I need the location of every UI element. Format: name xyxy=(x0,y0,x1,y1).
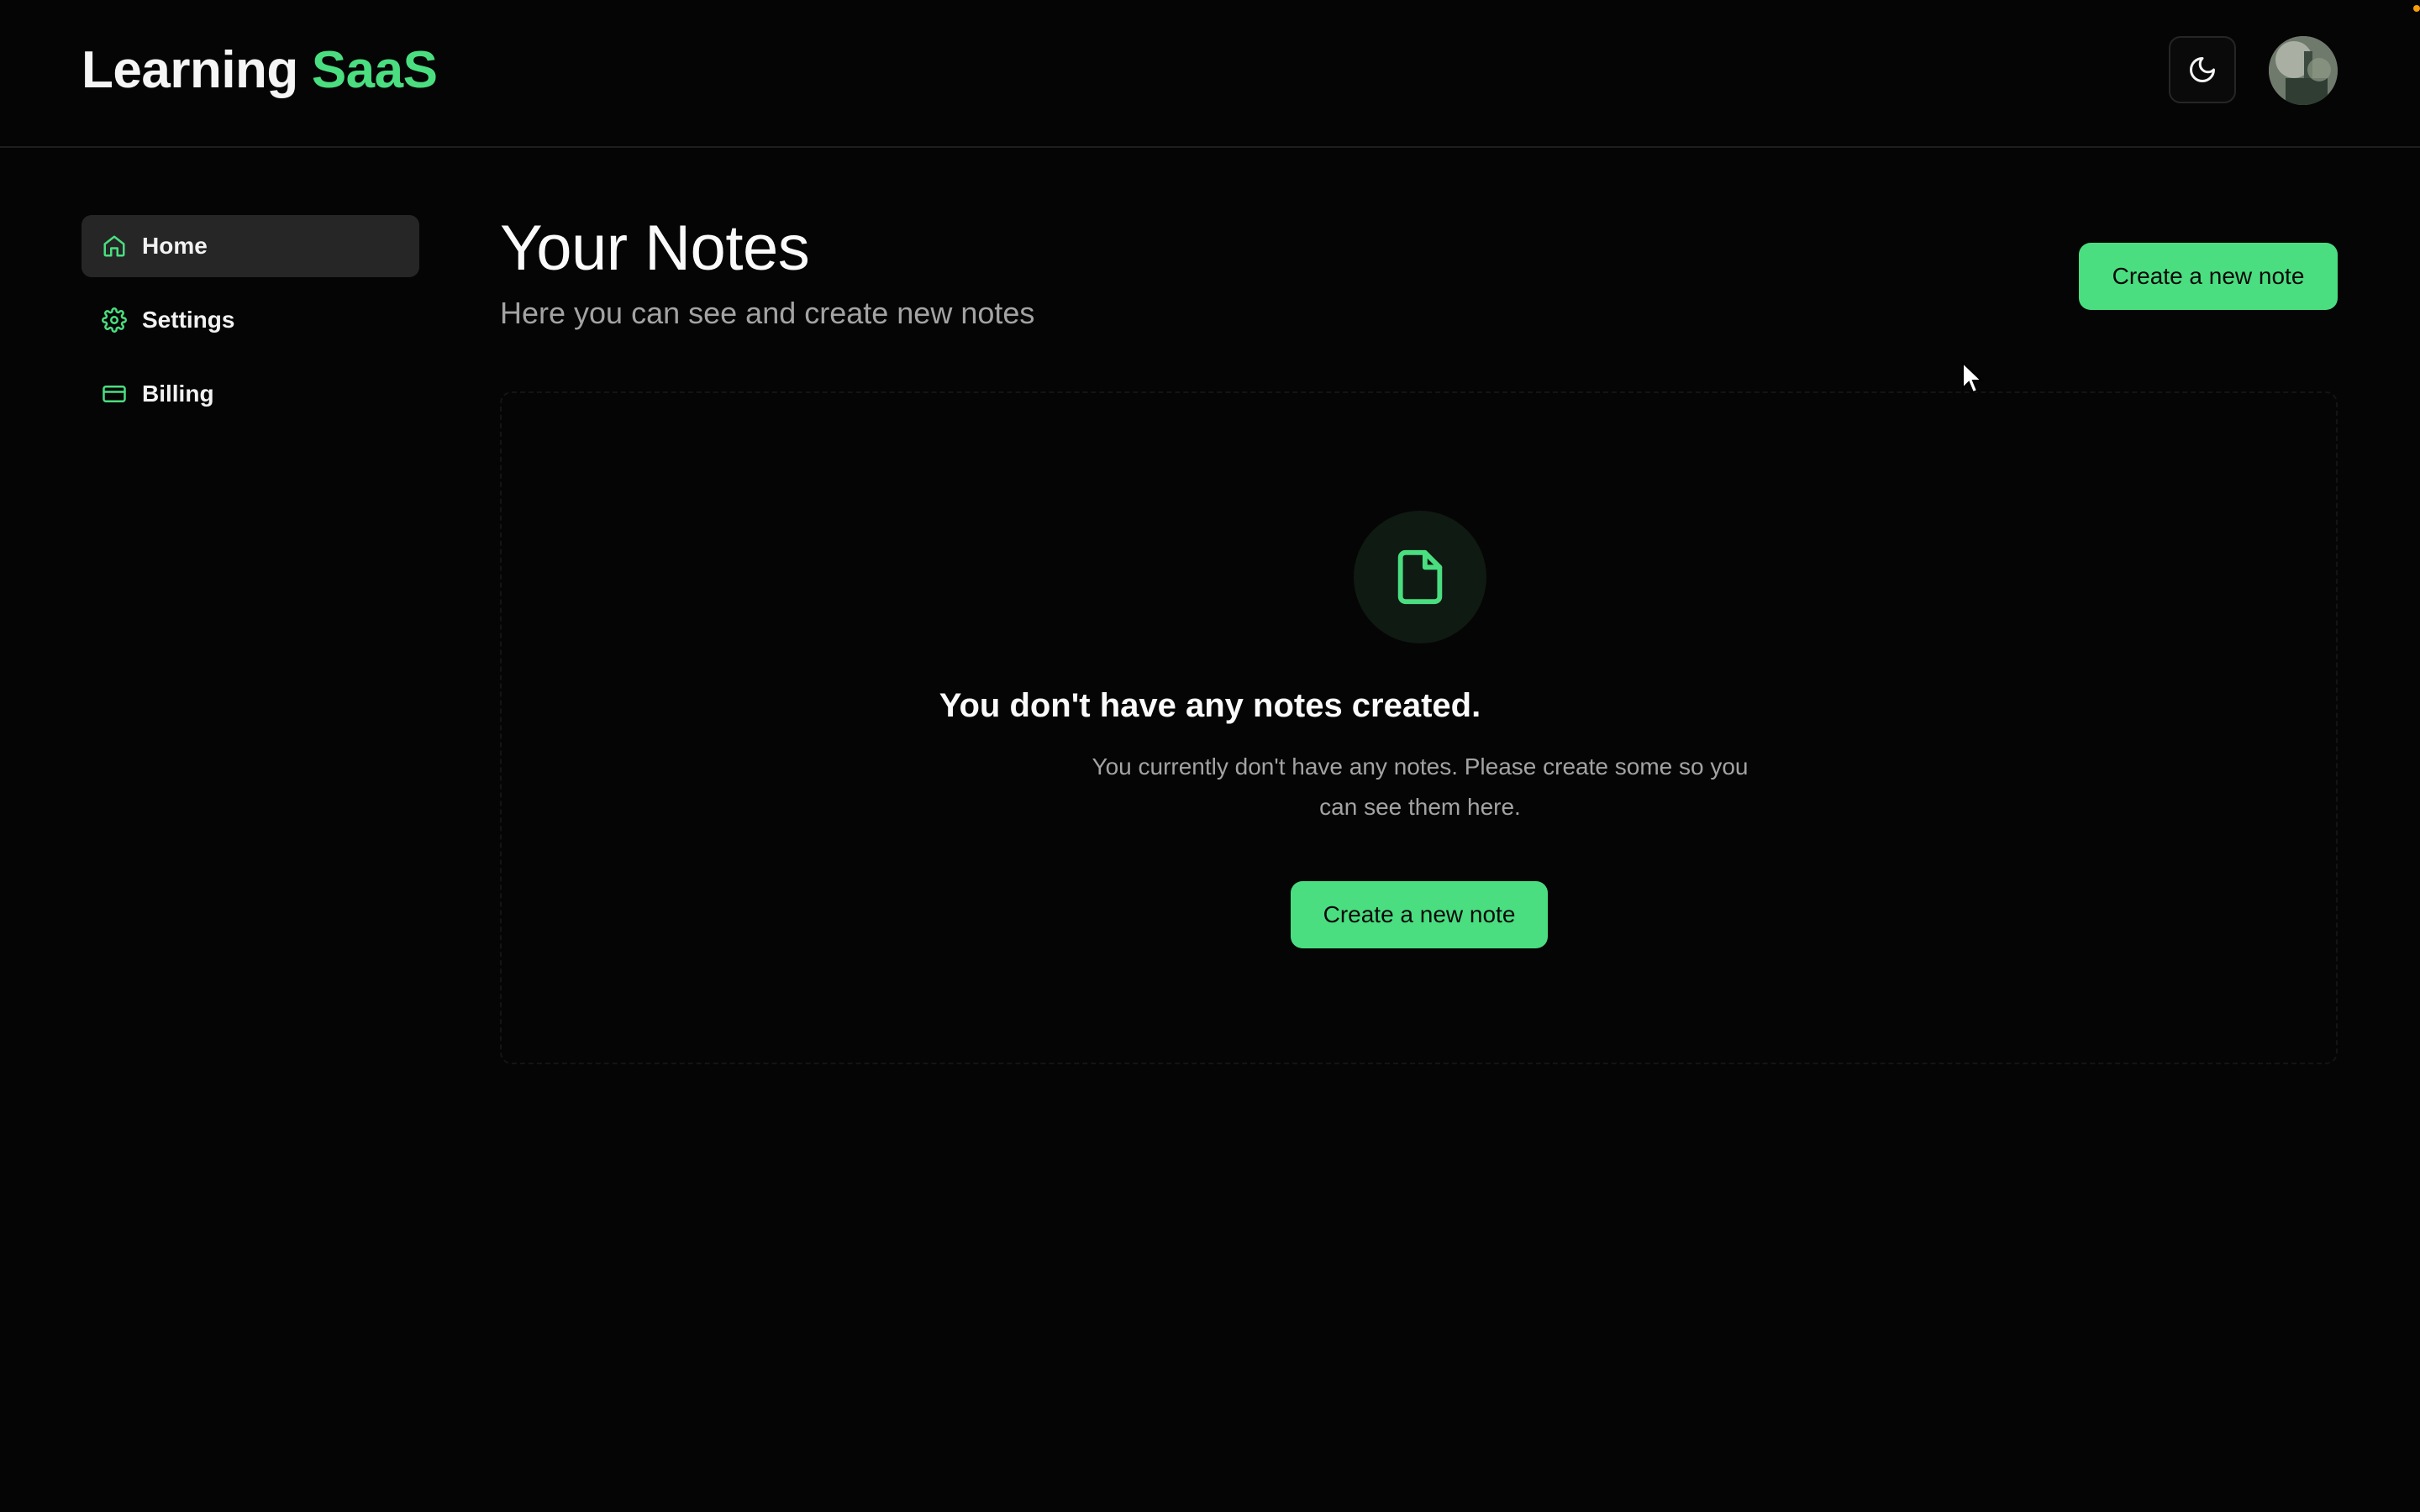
page-title: Your Notes xyxy=(500,213,810,284)
sidebar-nav: Home Settings Billing xyxy=(82,215,419,437)
empty-state-title: You don't have any notes created. xyxy=(939,687,1481,724)
mouse-cursor-icon xyxy=(1962,361,1984,394)
page-subtitle: Here you can see and create new notes xyxy=(500,296,1035,330)
sidebar-item-home[interactable]: Home xyxy=(82,215,419,277)
status-dot xyxy=(2413,5,2420,12)
empty-state-card xyxy=(500,391,2338,1064)
create-note-button[interactable]: Create a new note xyxy=(2079,243,2338,310)
sidebar-item-label: Billing xyxy=(142,381,214,407)
logo-text-learning: Learning xyxy=(82,41,298,99)
moon-icon xyxy=(2190,57,2215,82)
gear-icon xyxy=(102,307,127,333)
sidebar-item-settings[interactable]: Settings xyxy=(82,289,419,351)
avatar-image xyxy=(2269,36,2338,105)
empty-state-description: You currently don't have any notes. Plea… xyxy=(1092,753,1749,820)
credit-card-icon xyxy=(103,386,126,402)
home-icon xyxy=(103,235,125,257)
avatar[interactable] xyxy=(2269,36,2338,105)
logo-text-saas: SaaS xyxy=(311,41,438,99)
sidebar-item-billing[interactable]: Billing xyxy=(82,363,419,425)
file-icon xyxy=(1397,549,1443,605)
empty-state-icon-circle xyxy=(1354,511,1486,643)
app-logo[interactable]: Learning SaaS xyxy=(82,40,438,100)
empty-state-create-note-button[interactable]: Create a new note xyxy=(1291,881,1548,948)
top-header: Learning SaaS xyxy=(0,0,2420,148)
sidebar-item-label: Home xyxy=(142,233,208,259)
sidebar-item-label: Settings xyxy=(142,307,235,333)
theme-toggle-button[interactable] xyxy=(2169,36,2236,103)
